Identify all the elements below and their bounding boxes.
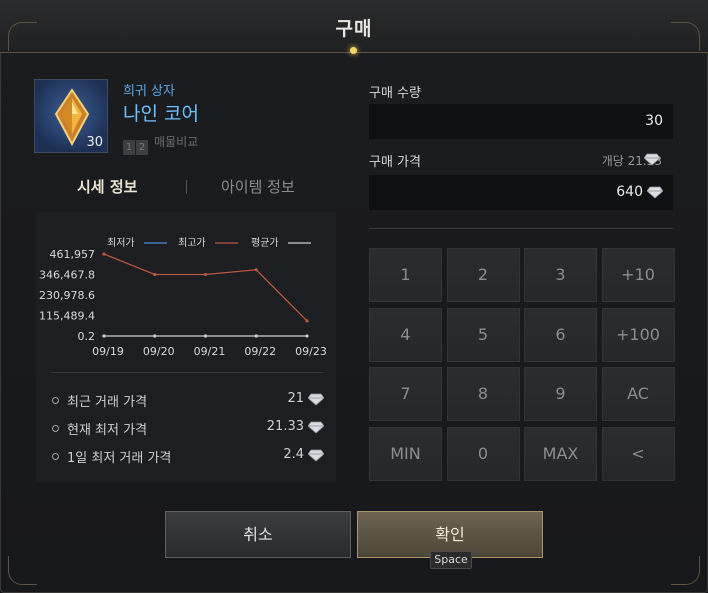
- data-point: [305, 334, 309, 338]
- series-line: [103, 253, 308, 322]
- legend-label: 평균가: [251, 237, 279, 249]
- data-point: [254, 268, 258, 272]
- confirm-shortcut-hint: Space: [430, 551, 472, 569]
- stats-divider: [51, 372, 323, 373]
- keypad-divider: [369, 228, 673, 229]
- data-point: [254, 334, 258, 338]
- y-tick-label: 346,467.8: [39, 269, 95, 282]
- y-tick-label: 461,957: [50, 248, 96, 261]
- stat-row: 현재 최저 가격 21.33: [52, 419, 324, 439]
- bullet-icon: [52, 453, 59, 460]
- qty-label: 구매 수량: [369, 86, 421, 101]
- stat-value: 21: [287, 391, 304, 406]
- clear-key[interactable]: AC: [601, 367, 675, 421]
- digit-5-key[interactable]: 5: [446, 307, 520, 362]
- stat-value: 21.33: [266, 419, 304, 434]
- diamond-icon: [308, 393, 324, 406]
- data-point: [203, 334, 208, 338]
- x-tick-label: 09/23: [295, 345, 327, 358]
- data-point: [153, 272, 157, 277]
- digit-2-key[interactable]: 2: [446, 248, 520, 302]
- cancel-button[interactable]: 취소: [165, 511, 351, 558]
- digit-6-key[interactable]: 6: [524, 307, 597, 362]
- add-100-key[interactable]: +100: [601, 307, 675, 362]
- digit-1-key[interactable]: 1: [369, 248, 442, 302]
- digit-8-key[interactable]: 8: [446, 367, 520, 421]
- stat-label: 1일 최저 거래 가격: [67, 451, 172, 466]
- stat-label: 최근 거래 가격: [67, 395, 148, 410]
- bullet-icon: [52, 397, 59, 404]
- bullet-icon: [52, 425, 59, 432]
- diamond-icon: [644, 153, 660, 166]
- x-tick-label: 09/21: [194, 345, 226, 358]
- price-total-value: 640: [616, 184, 643, 200]
- price-total-field: 640: [369, 175, 673, 210]
- x-tick-label: 09/22: [244, 345, 276, 358]
- digit-9-key[interactable]: 9: [524, 367, 597, 421]
- backspace-key[interactable]: <: [601, 426, 675, 481]
- digit-3-key[interactable]: 3: [524, 248, 597, 302]
- y-tick-label: 0.2: [78, 330, 96, 343]
- stat-label: 현재 최저 가격: [67, 423, 148, 438]
- stat-value: 2.4: [283, 447, 304, 462]
- diamond-icon: [308, 449, 324, 462]
- x-tick-label: 09/19: [92, 345, 124, 358]
- data-point: [102, 334, 106, 338]
- qty-value: 30: [645, 113, 663, 129]
- digit-4-key[interactable]: 4: [369, 307, 442, 362]
- legend-label: 최고가: [178, 237, 206, 249]
- data-point: [305, 319, 309, 323]
- digit-0-key[interactable]: 0: [446, 426, 520, 481]
- diamond-icon: [308, 421, 324, 434]
- min-key[interactable]: MIN: [369, 426, 442, 481]
- qty-input[interactable]: 30: [369, 104, 673, 139]
- data-point: [153, 334, 157, 338]
- data-point: [102, 252, 106, 256]
- stat-row: 1일 최저 거래 가격 2.4: [52, 447, 324, 467]
- diamond-icon: [647, 186, 663, 199]
- y-tick-label: 230,978.6: [39, 289, 95, 302]
- y-tick-label: 115,489.4: [39, 310, 95, 323]
- digit-7-key[interactable]: 7: [369, 367, 442, 421]
- add-10-key[interactable]: +10: [601, 248, 675, 302]
- data-point: [203, 272, 208, 277]
- legend-label: 최저가: [107, 237, 135, 249]
- x-tick-label: 09/20: [143, 345, 175, 358]
- max-key[interactable]: MAX: [524, 426, 597, 481]
- stat-row: 최근 거래 가격 21: [52, 391, 324, 411]
- price-label: 구매 가격: [369, 155, 421, 170]
